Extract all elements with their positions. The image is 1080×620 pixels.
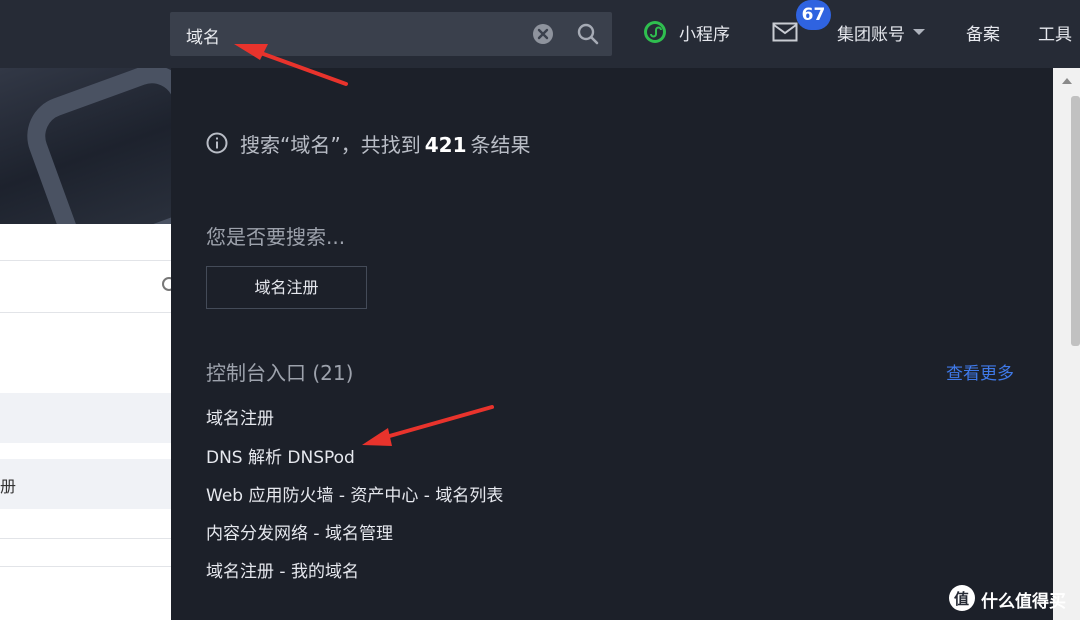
result-prefix: 搜索“域名”，共找到 — [240, 133, 421, 157]
group-account-menu[interactable]: 集团账号 — [837, 20, 905, 45]
result-suffix: 条结果 — [470, 133, 531, 157]
suggestion-button[interactable]: 域名注册 — [206, 266, 367, 309]
mini-program-link[interactable]: 小程序 — [679, 20, 730, 45]
console-entry-link[interactable]: 域名注册 — [206, 404, 274, 429]
clear-icon[interactable] — [532, 23, 554, 45]
mail-icon[interactable] — [772, 22, 798, 42]
tools-link[interactable]: 工具 — [1038, 20, 1072, 45]
result-count: 421 — [424, 133, 467, 157]
console-entry-link[interactable]: DNS 解析 DNSPod — [206, 443, 355, 468]
search-input[interactable]: 域名 — [186, 23, 220, 48]
info-icon — [206, 132, 228, 154]
console-entry-link[interactable]: 内容分发网络 - 域名管理 — [206, 519, 393, 544]
watermark-logo-text: 值 — [954, 590, 970, 608]
search-icon[interactable] — [576, 22, 600, 46]
banner-graphic — [16, 68, 171, 224]
console-entry-heading: 控制台入口 (21) — [206, 361, 354, 385]
scroll-up-arrow-icon[interactable] — [1062, 78, 1072, 84]
top-navigation-bar: 域名 小程序 67 集团账号 备案 工具 — [0, 0, 1080, 68]
watermark-logo: 值 — [949, 585, 975, 611]
list-item[interactable] — [0, 393, 171, 443]
scrollbar-thumb[interactable] — [1071, 96, 1080, 346]
global-search-box[interactable]: 域名 — [170, 12, 612, 56]
mini-program-icon[interactable] — [643, 20, 667, 44]
divider — [0, 538, 171, 539]
console-entry-link[interactable]: 域名注册 - 我的域名 — [206, 557, 359, 582]
divider — [0, 566, 171, 567]
suggestion-heading: 您是否要搜索... — [206, 225, 346, 249]
page-search-field[interactable] — [0, 260, 171, 313]
mail-count-badge: 67 — [796, 0, 831, 30]
list-item[interactable] — [0, 459, 171, 509]
watermark-text: 什么值得买 — [981, 592, 1066, 612]
caret-down-icon[interactable] — [913, 29, 925, 35]
promo-banner — [0, 68, 171, 224]
console-entry-link[interactable]: Web 应用防火墙 - 资产中心 - 域名列表 — [206, 481, 503, 506]
search-result-summary: 搜索“域名”，共找到 421 条结果 — [240, 129, 530, 158]
list-item-label: 册 — [0, 477, 17, 496]
filing-link[interactable]: 备案 — [966, 20, 1000, 45]
view-more-link[interactable]: 查看更多 — [946, 359, 1014, 384]
